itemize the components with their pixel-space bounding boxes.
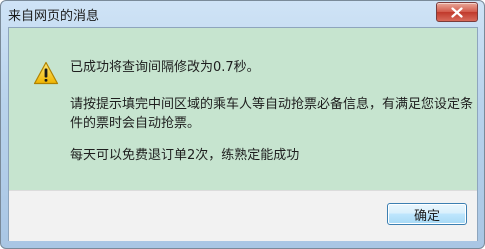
- message-line-2: 请按提示填完中间区域的乘车人等自动抢票必备信息，有满足您设定条: [70, 97, 474, 112]
- dialog-body: 已成功将查询间隔修改为0.7秒。 请按提示填完中间区域的乘车人等自动抢票必备信息…: [8, 27, 478, 241]
- message-area: 已成功将查询间隔修改为0.7秒。 请按提示填完中间区域的乘车人等自动抢票必备信息…: [9, 28, 477, 190]
- close-button[interactable]: [436, 2, 478, 22]
- close-icon: [451, 6, 463, 18]
- warning-icon: [33, 61, 59, 85]
- message-dialog: 来自网页的消息 已成功将查询间隔修改为0.7秒。 请按提示填完中间区域的乘车人等…: [0, 0, 485, 249]
- dialog-title: 来自网页的消息: [8, 9, 100, 24]
- message-line-1: 已成功将查询间隔修改为0.7秒。: [70, 60, 260, 75]
- message-line-3: 件的票时会自动抢票。: [70, 116, 201, 131]
- button-bar: 确定: [9, 190, 477, 241]
- title-bar[interactable]: 来自网页的消息: [1, 1, 484, 26]
- message-line-4: 每天可以免费退订单2次，练熟定能成功: [70, 148, 300, 163]
- ok-button[interactable]: 确定: [387, 203, 467, 225]
